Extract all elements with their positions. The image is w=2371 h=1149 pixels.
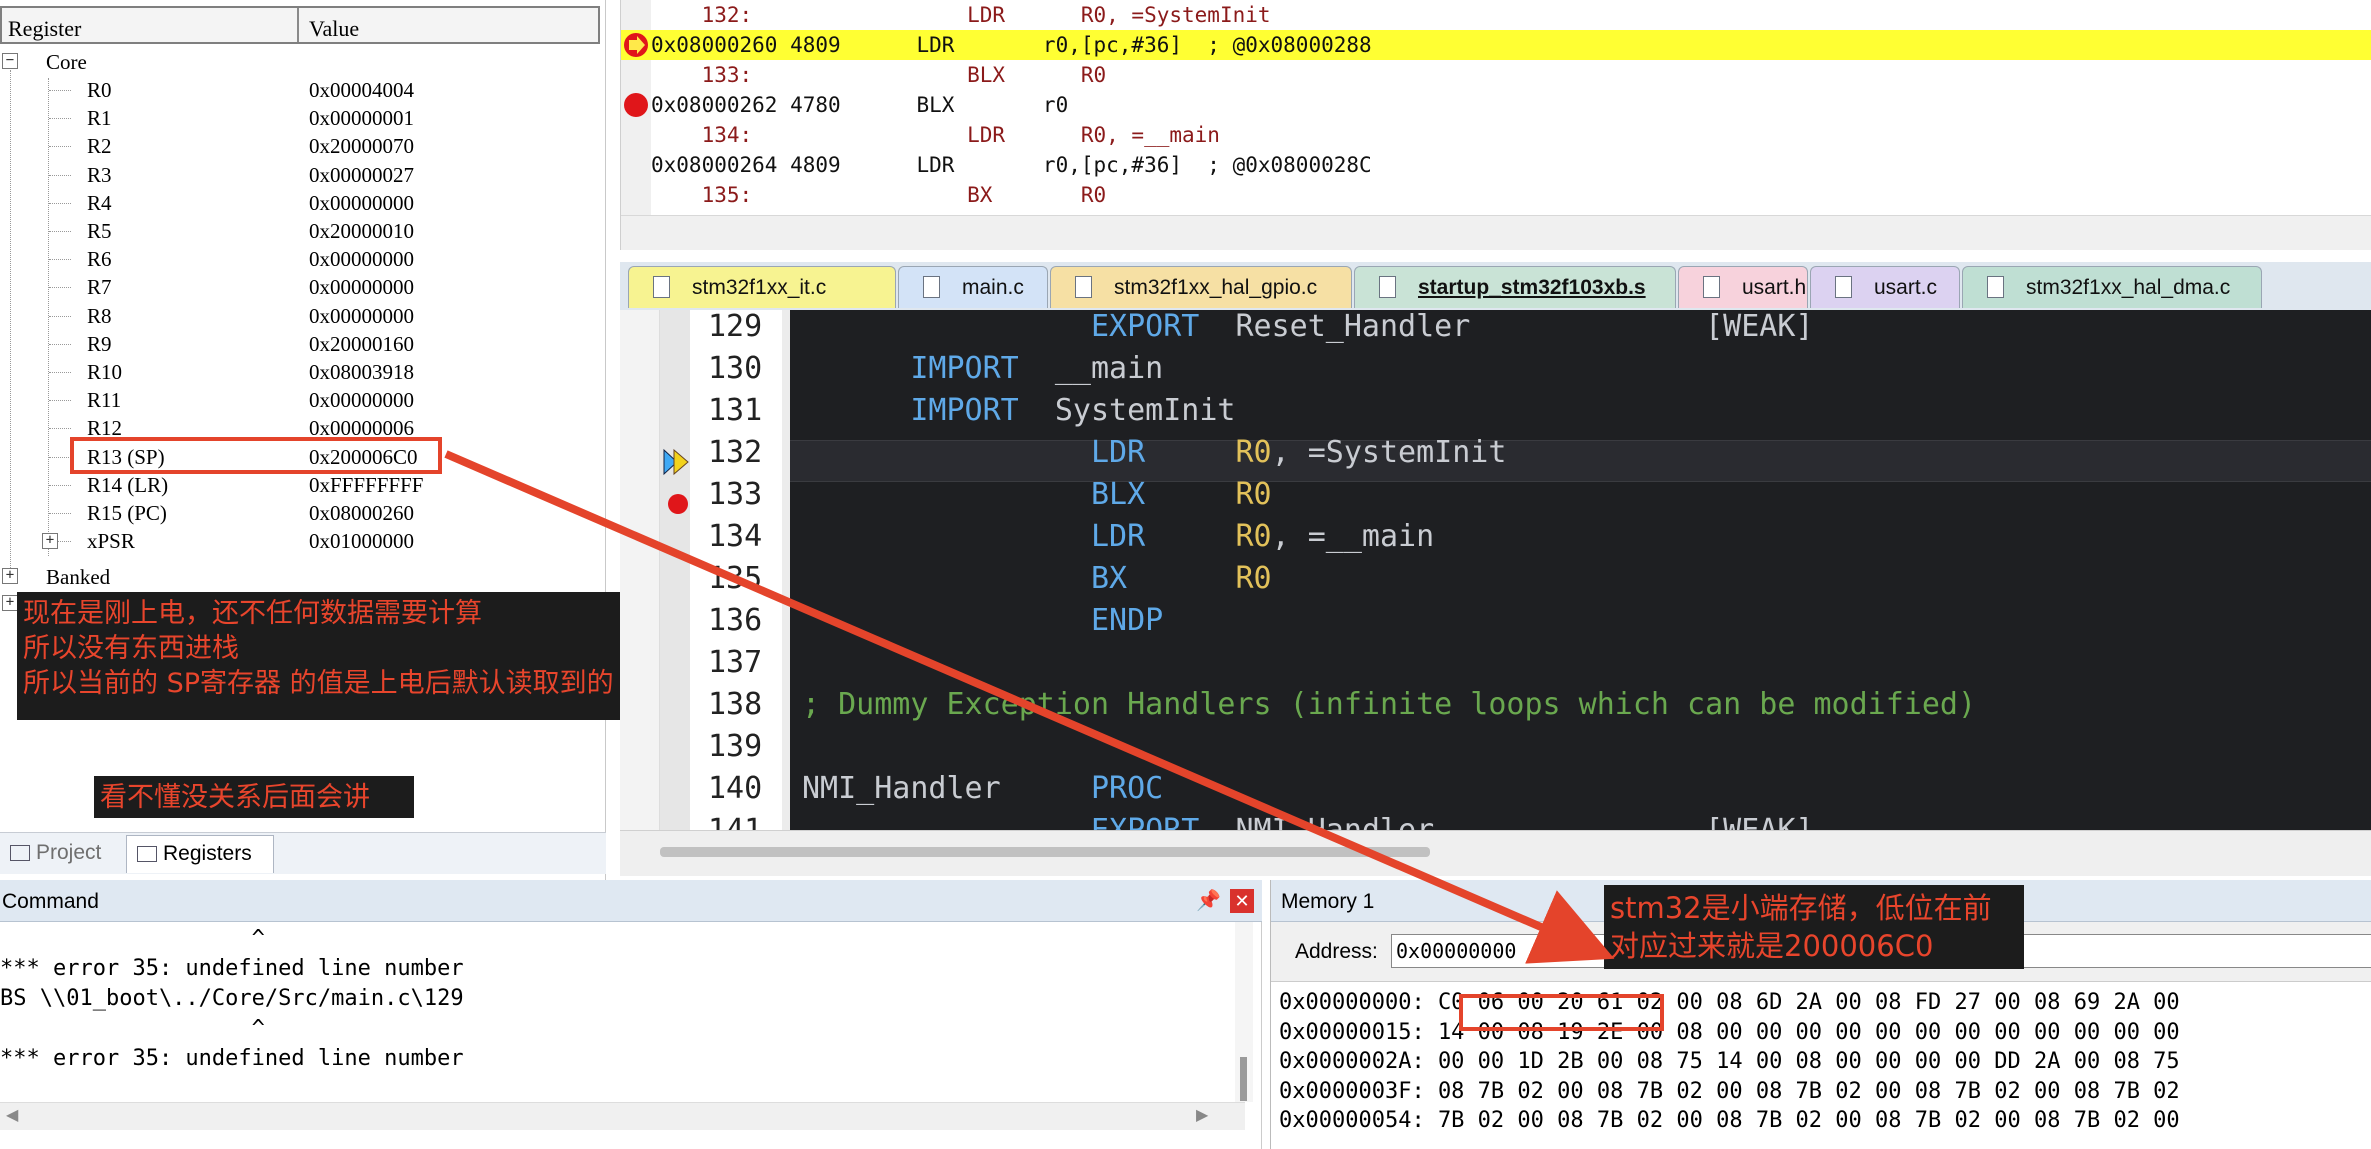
- annotation-arrow: [444, 450, 1615, 964]
